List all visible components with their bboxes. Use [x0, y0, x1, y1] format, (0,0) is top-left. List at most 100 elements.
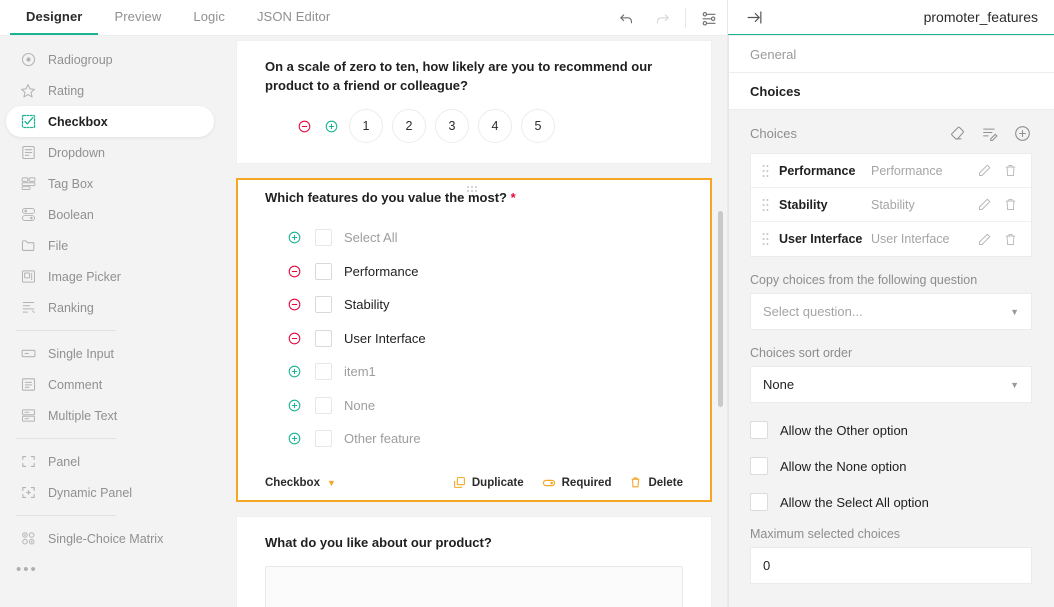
comment-textarea[interactable]	[265, 565, 683, 607]
choice-checkbox[interactable]	[315, 430, 332, 448]
pencil-icon[interactable]	[971, 163, 997, 178]
remove-item-icon[interactable]	[285, 296, 303, 314]
table-row[interactable]: Performance Performance	[751, 154, 1031, 188]
delete-button[interactable]: Delete	[629, 476, 683, 489]
add-item-icon[interactable]	[285, 363, 303, 381]
toolbox-item-dropdown[interactable]: Dropdown	[6, 137, 214, 168]
trash-icon[interactable]	[997, 197, 1023, 212]
tab-designer[interactable]: Designer	[10, 0, 99, 36]
ranking-icon	[16, 299, 40, 316]
toolbox-item-panel[interactable]: Panel	[6, 446, 214, 477]
toolbox-item-radiogroup[interactable]: Radiogroup	[6, 44, 214, 75]
rate-item[interactable]: 1	[349, 109, 383, 143]
choice-value[interactable]: Stability	[773, 198, 871, 212]
allow-none-option-toggle[interactable]: Allow the None option	[750, 457, 1032, 475]
pencil-icon[interactable]	[971, 197, 997, 212]
toolbox-item-rating[interactable]: Rating	[6, 75, 214, 106]
choice-text[interactable]: Stability	[871, 198, 971, 212]
drag-handle-icon[interactable]	[757, 198, 773, 212]
checkbox-box[interactable]	[750, 421, 768, 439]
question-card-checkbox[interactable]: Which features do you value the most? * …	[236, 178, 712, 502]
choice-checkbox[interactable]	[315, 296, 332, 314]
redo-icon[interactable]	[644, 0, 680, 36]
choice-checkbox[interactable]	[315, 229, 332, 247]
designer-scrollbar-thumb[interactable]	[718, 211, 723, 407]
allow-other-option-toggle[interactable]: Allow the Other option	[750, 421, 1032, 439]
add-item-icon[interactable]	[322, 117, 340, 135]
drag-handle-icon[interactable]	[757, 232, 773, 246]
choice-row-other-feature[interactable]: Other feature	[285, 422, 683, 456]
toolbox-item-checkbox[interactable]: Checkbox	[6, 106, 214, 137]
choice-checkbox[interactable]	[315, 329, 332, 347]
choice-text[interactable]: Performance	[871, 164, 971, 178]
undo-icon[interactable]	[608, 0, 644, 36]
choice-checkbox[interactable]	[315, 262, 332, 280]
table-row[interactable]: Stability Stability	[751, 188, 1031, 222]
toolbox-item-single-input[interactable]: Single Input	[6, 338, 214, 369]
remove-item-icon[interactable]	[285, 262, 303, 280]
toolbox-item-comment[interactable]: Comment	[6, 369, 214, 400]
choice-value[interactable]: User Interface	[773, 232, 871, 246]
choice-row-performance[interactable]: Performance	[285, 255, 683, 289]
choice-row-user-interface[interactable]: User Interface	[285, 322, 683, 356]
choice-row-select-all[interactable]: Select All	[285, 221, 683, 255]
trash-icon[interactable]	[997, 232, 1023, 247]
remove-item-icon[interactable]	[285, 329, 303, 347]
remove-item-icon[interactable]	[295, 117, 313, 135]
toolbox-item-tag-box[interactable]: Tag Box	[6, 168, 214, 199]
table-row[interactable]: User Interface User Interface	[751, 222, 1031, 256]
choice-row-none[interactable]: None	[285, 389, 683, 423]
toolbox-item-single-choice-matrix[interactable]: Single-Choice Matrix	[6, 523, 214, 554]
choice-row-stability[interactable]: Stability	[285, 288, 683, 322]
add-item-icon[interactable]	[285, 430, 303, 448]
toolbox-item-ranking[interactable]: Ranking	[6, 292, 214, 323]
image-picker-icon	[16, 268, 40, 285]
property-tab-choices[interactable]: Choices	[728, 73, 1054, 110]
pencil-icon[interactable]	[971, 232, 997, 247]
add-circle-icon[interactable]	[1013, 124, 1032, 143]
clear-eraser-icon[interactable]	[949, 125, 967, 143]
toolbox-item-dynamic-panel[interactable]: Dynamic Panel	[6, 477, 214, 508]
tab-preview[interactable]: Preview	[98, 0, 177, 36]
toolbox-item-image-picker[interactable]: Image Picker	[6, 261, 214, 292]
drag-handle-icon[interactable]	[757, 164, 773, 178]
checkbox-box[interactable]	[750, 457, 768, 475]
survey-settings-icon[interactable]	[691, 0, 727, 36]
drag-handle-icon[interactable]	[238, 185, 710, 193]
tab-json-editor[interactable]: JSON Editor	[241, 0, 346, 36]
add-item-icon[interactable]	[285, 396, 303, 414]
toolbox-item-boolean[interactable]: Boolean	[6, 199, 214, 230]
toolbox-more-button[interactable]: •••	[0, 554, 220, 584]
choice-checkbox[interactable]	[315, 396, 332, 414]
rating-star-icon	[16, 82, 40, 100]
required-button[interactable]: Required	[542, 476, 611, 490]
trash-icon[interactable]	[997, 163, 1023, 178]
toolbox-item-file[interactable]: File	[6, 230, 214, 261]
question-card-comment[interactable]: What do you like about our product?	[236, 515, 712, 607]
duplicate-button[interactable]: Duplicate	[453, 476, 524, 489]
tab-logic[interactable]: Logic	[177, 0, 241, 36]
sort-order-select[interactable]: None ▼	[750, 366, 1032, 403]
choice-checkbox[interactable]	[315, 363, 332, 381]
rate-item[interactable]: 3	[435, 109, 469, 143]
add-item-icon[interactable]	[285, 229, 303, 247]
rate-item[interactable]: 2	[392, 109, 426, 143]
choice-row-item1[interactable]: item1	[285, 355, 683, 389]
max-selected-choices-input[interactable]: 0	[750, 547, 1032, 584]
checkbox-box[interactable]	[750, 493, 768, 511]
property-tab-general[interactable]: General	[728, 36, 1054, 73]
collapse-panel-icon[interactable]	[740, 3, 768, 31]
toolbox-item-multiple-text[interactable]: Multiple Text	[6, 400, 214, 431]
choice-value[interactable]: Performance	[773, 164, 871, 178]
edit-list-icon[interactable]	[981, 125, 999, 143]
question-card-rating[interactable]: On a scale of zero to ten, how likely ar…	[236, 40, 712, 164]
question-type-dropdown[interactable]: Checkbox ▼	[265, 477, 336, 489]
boolean-toggle-icon	[16, 206, 40, 223]
copy-choices-select[interactable]: Select question... ▼	[750, 293, 1032, 330]
question-type-label: Checkbox	[265, 476, 320, 489]
allow-select-all-option-toggle[interactable]: Allow the Select All option	[750, 493, 1032, 511]
choice-text[interactable]: User Interface	[871, 232, 971, 246]
toolbox-divider	[16, 515, 116, 516]
rate-item[interactable]: 4	[478, 109, 512, 143]
rate-item[interactable]: 5	[521, 109, 555, 143]
